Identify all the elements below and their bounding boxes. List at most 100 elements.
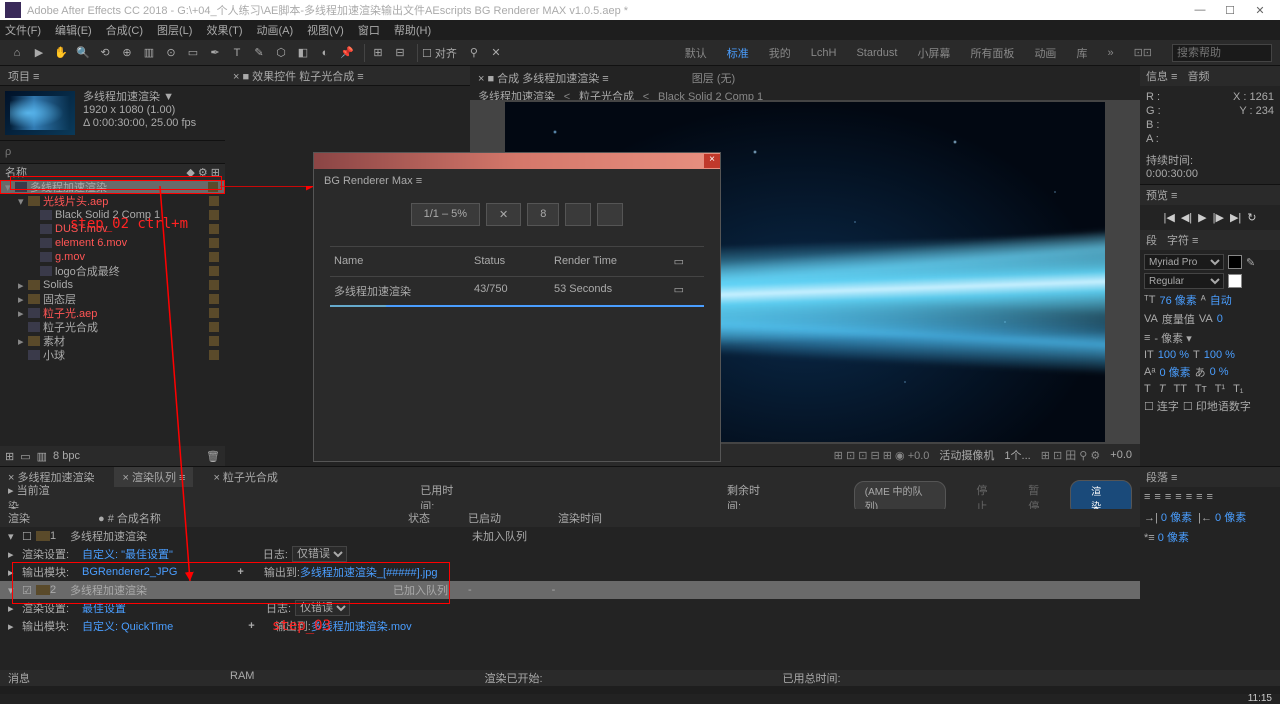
align-left-icon[interactable]: ≡	[1144, 491, 1150, 503]
camera-dropdown[interactable]: 活动摄像机	[939, 447, 994, 463]
menu-layer[interactable]: 图层(L)	[157, 22, 192, 38]
menu-file[interactable]: 文件(F)	[5, 22, 41, 38]
settings-button[interactable]	[565, 203, 591, 226]
project-item[interactable]: element 6.mov	[0, 236, 225, 250]
new-folder-icon[interactable]: ▭	[20, 450, 30, 463]
add-output-icon[interactable]: +	[237, 566, 243, 578]
character-tab[interactable]: 字符 ≡	[1167, 232, 1198, 248]
project-item[interactable]: ▸固态层	[0, 292, 225, 306]
stamp-tool-icon[interactable]: ⬡	[272, 44, 290, 62]
eraser-tool-icon[interactable]: ◧	[294, 44, 312, 62]
font-size[interactable]: 76 像素	[1159, 292, 1196, 308]
world-axis-icon[interactable]: ⊟	[391, 44, 409, 62]
ws-small[interactable]: 小屏幕	[917, 45, 950, 61]
log-select-2[interactable]: 仅错误	[295, 600, 350, 616]
output-module-link[interactable]: BGRenderer2_JPG	[82, 566, 177, 578]
justify-right-icon[interactable]: ≡	[1196, 491, 1202, 503]
output-to-link[interactable]: 多线程加速渲染_[#####].jpg	[300, 564, 438, 580]
new-comp-icon[interactable]: ▥	[37, 450, 47, 463]
close-button[interactable]: ✕	[1245, 4, 1275, 17]
stroke-color[interactable]	[1228, 274, 1242, 288]
render-settings-link-2[interactable]: 最佳设置	[82, 600, 126, 616]
bold-button[interactable]: T	[1144, 383, 1151, 395]
exposure[interactable]: +0.0	[1110, 449, 1132, 461]
anchor-tool-icon[interactable]: ⊙	[162, 44, 180, 62]
ws-more-icon[interactable]: »	[1107, 47, 1113, 59]
snap2-icon[interactable]: ✕	[487, 44, 505, 62]
project-search-input[interactable]	[5, 146, 145, 158]
leading[interactable]: 自动	[1210, 292, 1232, 308]
menu-window[interactable]: 窗口	[358, 22, 380, 38]
ws-lib[interactable]: 库	[1076, 45, 1087, 61]
add-output-icon-2[interactable]: +	[248, 620, 254, 632]
stroke-width[interactable]: - 像素 ▾	[1154, 330, 1191, 346]
rotate-tool-icon[interactable]: ⊕	[118, 44, 136, 62]
ws-mine[interactable]: 我的	[769, 45, 791, 61]
camera-tool-icon[interactable]: ▥	[140, 44, 158, 62]
preview-tab[interactable]: 预览 ≡	[1146, 187, 1177, 203]
project-item[interactable]: ▾光线片头.aep	[0, 194, 225, 208]
local-axis-icon[interactable]: ⊞	[369, 44, 387, 62]
ws-standard[interactable]: 标准	[727, 45, 749, 61]
snap-toggle[interactable]: ☐ 对齐	[422, 45, 457, 61]
disclosure-icon[interactable]: ▾	[8, 584, 22, 597]
hand-tool-icon[interactable]: ✋	[52, 44, 70, 62]
project-tab[interactable]: 项目 ≡	[8, 68, 39, 84]
orbit-tool-icon[interactable]: ⟲	[96, 44, 114, 62]
menu-view[interactable]: 视图(V)	[307, 22, 344, 38]
project-item[interactable]: ▸素材	[0, 334, 225, 348]
col-name-header[interactable]: 名称	[5, 164, 27, 180]
timeline-tab-2[interactable]: × 粒子光合成	[213, 469, 277, 485]
menu-edit[interactable]: 编辑(E)	[55, 22, 92, 38]
sub-button[interactable]: T₁	[1233, 383, 1243, 395]
ws-anim[interactable]: 动画	[1034, 45, 1056, 61]
views-dropdown[interactable]: 1个...	[1004, 447, 1030, 463]
italic-button[interactable]: T	[1159, 383, 1166, 395]
first-frame-icon[interactable]: |◀	[1164, 211, 1175, 224]
menu-effect[interactable]: 效果(T)	[206, 22, 242, 38]
font-style-select[interactable]: Regular	[1144, 273, 1224, 289]
last-frame-icon[interactable]: ▶|	[1230, 211, 1241, 224]
project-item[interactable]: ▸Solids	[0, 278, 225, 292]
project-tree[interactable]: ▾多线程加速渲染▾光线片头.aepBlack Solid 2 Comp 1DUS…	[0, 180, 225, 446]
snap-icon[interactable]: ⚲	[465, 44, 483, 62]
eyedropper-icon[interactable]: ✎	[1246, 256, 1255, 269]
paragraph-tab-small[interactable]: 段	[1146, 232, 1157, 248]
render-settings-link[interactable]: 自定义: "最佳设置"	[82, 546, 173, 562]
project-item[interactable]: 小球	[0, 348, 225, 362]
log-select[interactable]: 仅错误	[292, 546, 347, 562]
menu-anim[interactable]: 动画(A)	[257, 22, 294, 38]
output-module-link-2[interactable]: 自定义: QuickTime	[82, 618, 173, 634]
rect-tool-icon[interactable]: ▭	[184, 44, 202, 62]
project-item[interactable]: ▾多线程加速渲染	[0, 180, 225, 194]
hindi-check[interactable]: ☐ 印地语数字	[1183, 398, 1251, 414]
smallcaps-button[interactable]: Tᴛ	[1195, 383, 1207, 395]
fill-color[interactable]	[1228, 255, 1242, 269]
zoom-tool-icon[interactable]: 🔍	[74, 44, 92, 62]
disclosure-icon[interactable]: ▾	[8, 530, 22, 543]
search-help-input[interactable]	[1172, 44, 1272, 62]
ws-default[interactable]: 默认	[685, 45, 707, 61]
ws-all[interactable]: 所有面板	[970, 45, 1014, 61]
align-right-icon[interactable]: ≡	[1165, 491, 1171, 503]
brush-tool-icon[interactable]: ✎	[250, 44, 268, 62]
comp-thumbnail[interactable]	[5, 91, 75, 135]
font-family-select[interactable]: Myriad Pro	[1144, 254, 1224, 270]
project-item[interactable]: logo合成最终	[0, 264, 225, 278]
delete-icon[interactable]: 🗑	[206, 450, 220, 463]
kerning[interactable]: 度量值	[1162, 311, 1195, 327]
render-queue-tab[interactable]: × 渲染队列 ≡	[114, 467, 193, 487]
layer-tab[interactable]: 图层 (无)	[692, 73, 735, 85]
cancel-render-button[interactable]: ✕	[486, 203, 521, 226]
home-icon[interactable]: ⌂	[8, 44, 26, 62]
dialog-close-button[interactable]: ×	[704, 154, 720, 168]
project-item[interactable]: 粒子光合成	[0, 320, 225, 334]
minimize-button[interactable]: —	[1185, 4, 1215, 16]
pen-tool-icon[interactable]: ✒	[206, 44, 224, 62]
tracking[interactable]: 0	[1217, 313, 1223, 325]
menu-help[interactable]: 帮助(H)	[394, 22, 431, 38]
caps-button[interactable]: TT	[1173, 383, 1186, 395]
threads-input[interactable]: 8	[527, 203, 559, 226]
justify-left-icon[interactable]: ≡	[1175, 491, 1181, 503]
project-item[interactable]: DUST.mov	[0, 222, 225, 236]
